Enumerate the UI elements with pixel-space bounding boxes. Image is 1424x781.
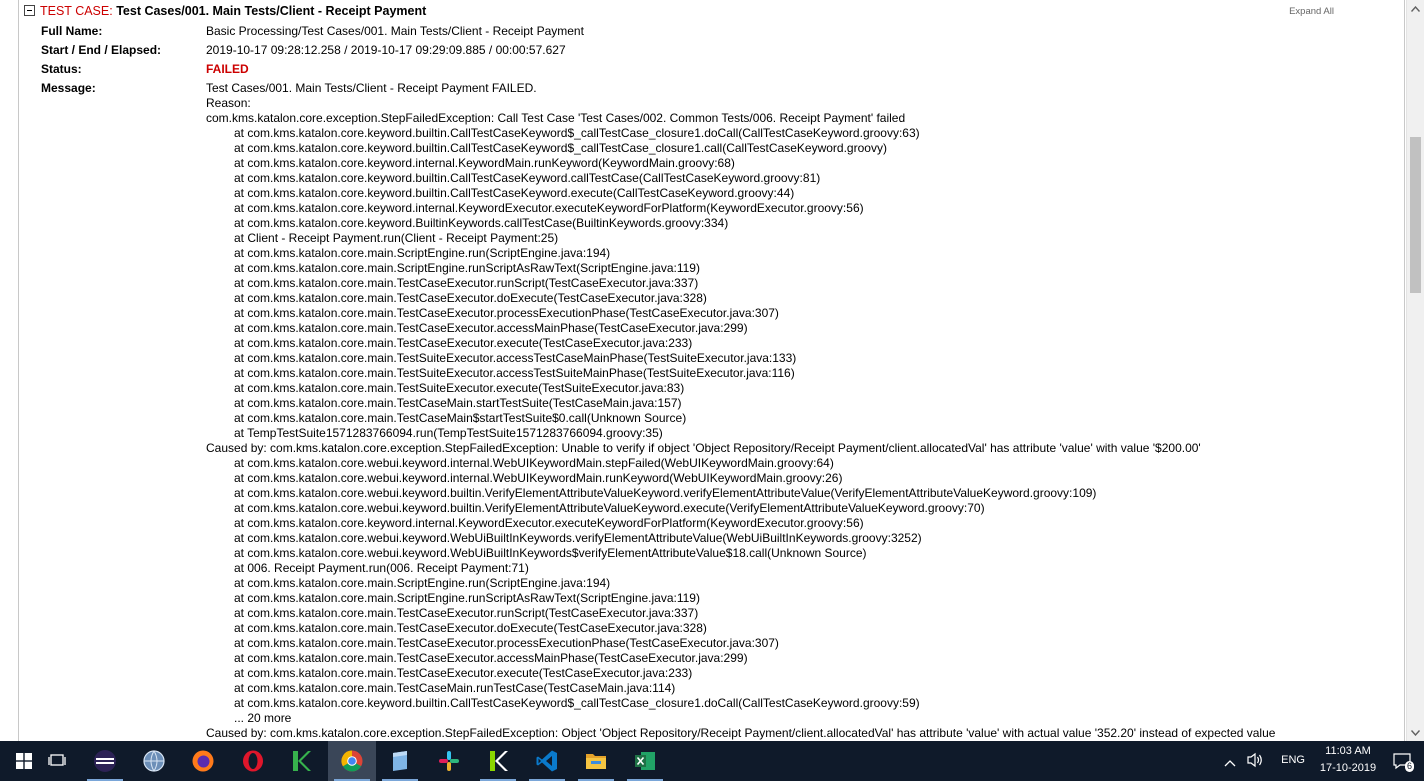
eclipse-icon[interactable] xyxy=(81,741,129,781)
stack-trace-line: at com.kms.katalon.core.main.TestCaseExe… xyxy=(234,291,707,305)
task-view-icon[interactable] xyxy=(33,741,81,781)
slack-icon[interactable] xyxy=(425,741,473,781)
stack-trace-line: at com.kms.katalon.core.main.TestCaseExe… xyxy=(234,336,693,350)
stack-trace-line: at com.kms.katalon.core.webui.keyword.We… xyxy=(234,546,867,560)
stack-trace-line: at com.kms.katalon.core.main.TestCaseMai… xyxy=(234,396,682,410)
scroll-down-icon[interactable] xyxy=(1407,724,1424,741)
globe-app-icon[interactable] xyxy=(130,741,178,781)
stack-trace-line: ... 20 more xyxy=(234,711,292,725)
message-line: Caused by: com.kms.katalon.core.exceptio… xyxy=(206,726,1276,740)
firefox-icon[interactable] xyxy=(179,741,227,781)
notification-count-badge: 6 xyxy=(1404,761,1414,772)
scrollbar-thumb[interactable] xyxy=(1410,137,1421,293)
stack-trace-line: at com.kms.katalon.core.main.ScriptEngin… xyxy=(234,591,700,605)
stack-trace-line: at com.kms.katalon.core.main.TestSuiteEx… xyxy=(234,366,795,380)
stack-trace-line: at com.kms.katalon.core.main.ScriptEngin… xyxy=(234,246,611,260)
stack-trace-line: at com.kms.katalon.core.main.TestCaseExe… xyxy=(234,276,699,290)
timing-value: 2019-10-17 09:28:12.258 / 2019-10-17 09:… xyxy=(206,43,566,57)
clock-date[interactable]: 17-10-2019 xyxy=(1312,762,1384,774)
opera-icon[interactable] xyxy=(229,741,277,781)
stack-trace-line: at com.kms.katalon.core.main.TestCaseExe… xyxy=(234,621,707,635)
expand-all-link[interactable]: Expand All xyxy=(1289,6,1334,17)
stack-trace-line: at com.kms.katalon.core.keyword.builtin.… xyxy=(234,696,920,710)
stack-trace-line: at com.kms.katalon.core.main.TestSuiteEx… xyxy=(234,381,685,395)
stack-trace-line: at com.kms.katalon.core.main.TestCaseMai… xyxy=(234,411,687,425)
stack-trace-line: at com.kms.katalon.core.main.TestCaseExe… xyxy=(234,306,779,320)
status-label: Status: xyxy=(41,62,82,76)
chrome-icon[interactable] xyxy=(328,741,376,781)
stack-trace-line: at com.kms.katalon.core.webui.keyword.We… xyxy=(234,531,922,545)
message-line: Reason: xyxy=(206,96,251,110)
stack-trace-line: at 006. Receipt Payment.run(006. Receipt… xyxy=(234,561,529,575)
test-case-name: Test Cases/001. Main Tests/Client - Rece… xyxy=(116,4,427,18)
stack-trace-line: at com.kms.katalon.core.main.TestSuiteEx… xyxy=(234,351,797,365)
message-body: Test Cases/001. Main Tests/Client - Rece… xyxy=(206,81,1275,741)
stack-trace-line: at com.kms.katalon.core.keyword.builtin.… xyxy=(234,126,920,140)
stack-trace-line: at com.kms.katalon.core.keyword.internal… xyxy=(234,201,864,215)
stack-trace-line: at TempTestSuite1571283766094.run(TempTe… xyxy=(234,426,663,440)
timing-label: Start / End / Elapsed: xyxy=(41,43,162,57)
stack-trace-line: at com.kms.katalon.core.webui.keyword.bu… xyxy=(234,501,985,515)
notification-center-icon[interactable]: 6 xyxy=(1392,751,1414,772)
stack-trace-line: at com.kms.katalon.core.keyword.internal… xyxy=(234,516,864,530)
full-name-label: Full Name: xyxy=(41,24,103,38)
status-value: FAILED xyxy=(206,62,249,76)
stack-trace-line: at com.kms.katalon.core.webui.keyword.in… xyxy=(234,456,834,470)
message-line: Test Cases/001. Main Tests/Client - Rece… xyxy=(206,81,537,95)
test-report-pane: TEST CASE: Test Cases/001. Main Tests/Cl… xyxy=(0,0,1406,741)
stack-trace-line: at com.kms.katalon.core.webui.keyword.bu… xyxy=(234,486,1097,500)
full-name-value: Basic Processing/Test Cases/001. Main Te… xyxy=(206,24,584,38)
stack-trace-line: at com.kms.katalon.core.main.ScriptEngin… xyxy=(234,261,700,275)
excel-icon[interactable] xyxy=(621,741,669,781)
vscode-icon[interactable] xyxy=(523,741,571,781)
windows-taskbar: ENG 11:03 AM 17-10-2019 6 xyxy=(0,741,1424,781)
test-case-header[interactable]: TEST CASE: Test Cases/001. Main Tests/Cl… xyxy=(24,3,426,19)
stack-trace-line: at com.kms.katalon.core.keyword.builtin.… xyxy=(234,186,795,200)
stack-trace-line: at com.kms.katalon.core.webui.keyword.in… xyxy=(234,471,843,485)
scroll-up-icon[interactable] xyxy=(1407,0,1424,17)
stack-trace-line: at com.kms.katalon.core.main.TestCaseExe… xyxy=(234,321,748,335)
stack-trace-line: at com.kms.katalon.core.main.TestCaseMai… xyxy=(234,681,676,695)
stack-trace-line: at com.kms.katalon.core.keyword.builtin.… xyxy=(234,171,821,185)
stack-trace-line: at com.kms.katalon.core.keyword.builtin.… xyxy=(234,141,887,155)
stack-trace-line: at com.kms.katalon.core.keyword.internal… xyxy=(234,156,735,170)
tray-overflow-chevron-icon[interactable] xyxy=(1224,754,1236,772)
language-indicator[interactable]: ENG xyxy=(1281,754,1305,766)
vertical-scrollbar[interactable] xyxy=(1406,0,1424,741)
volume-icon[interactable] xyxy=(1246,752,1264,773)
stack-trace-line: at com.kms.katalon.core.main.TestCaseExe… xyxy=(234,651,748,665)
file-explorer-icon[interactable] xyxy=(572,741,620,781)
collapse-minus-icon[interactable] xyxy=(24,5,35,16)
stack-trace-line: at Client - Receipt Payment.run(Client -… xyxy=(234,231,559,245)
stack-trace-line: at com.kms.katalon.core.main.TestCaseExe… xyxy=(234,606,699,620)
notepad-app-icon[interactable] xyxy=(376,741,424,781)
test-case-label: TEST CASE: xyxy=(40,4,113,18)
katalon-icon[interactable] xyxy=(277,741,325,781)
stack-trace-line: at com.kms.katalon.core.keyword.BuiltinK… xyxy=(234,216,729,230)
stack-trace-line: at com.kms.katalon.core.main.TestCaseExe… xyxy=(234,636,779,650)
clock-time[interactable]: 11:03 AM xyxy=(1312,745,1384,757)
message-label: Message: xyxy=(41,81,96,95)
stack-trace-line: at com.kms.katalon.core.main.ScriptEngin… xyxy=(234,576,611,590)
stack-trace-line: at com.kms.katalon.core.main.TestCaseExe… xyxy=(234,666,693,680)
message-line: Caused by: com.kms.katalon.core.exceptio… xyxy=(206,441,1201,455)
message-line: com.kms.katalon.core.exception.StepFaile… xyxy=(206,111,906,125)
katalon-studio-icon[interactable] xyxy=(474,741,522,781)
